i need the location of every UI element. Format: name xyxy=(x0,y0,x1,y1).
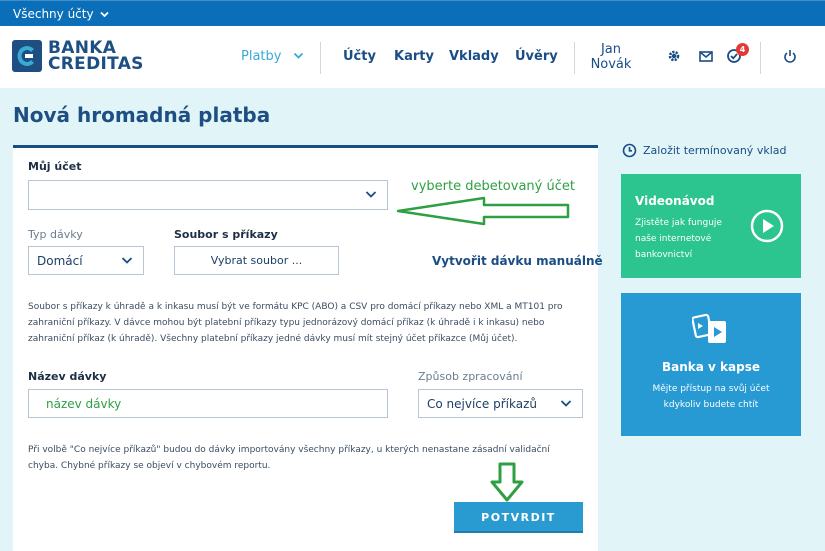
nav-item-karty[interactable]: Karty xyxy=(394,49,434,64)
video-guide-text-line: Zjistěte jak funguje xyxy=(635,218,722,228)
nav-item-platby-label: Platby xyxy=(241,49,282,64)
video-guide-text: Zjistěte jak funguje naše internetové ba… xyxy=(635,215,722,263)
bank-logo-icon xyxy=(12,40,42,72)
mobile-banking-text-line: kdykoliv budete chtít xyxy=(663,400,759,410)
notification-badge: 4 xyxy=(736,43,749,56)
file-format-info-line: Soubor s příkazy k úhradě a k inkasu mus… xyxy=(28,302,563,312)
confirm-button[interactable]: POTVRDIT xyxy=(454,502,583,533)
bank-logo[interactable]: BANKA CREDITAS xyxy=(12,40,144,74)
account-label: Můj účet xyxy=(28,160,82,173)
chevron-down-icon xyxy=(365,191,377,198)
batch-type-label: Typ dávky xyxy=(28,228,83,241)
processing-select[interactable]: Co nejvíce příkazů xyxy=(418,389,583,418)
batch-type-select[interactable]: Domácí xyxy=(28,246,144,275)
video-guide-text-line: bankovnictví xyxy=(635,250,693,260)
nav-divider xyxy=(320,42,321,74)
file-format-info-line: zahraniční příkazy. V dávce mohou být pl… xyxy=(28,318,545,328)
play-icon xyxy=(750,209,784,243)
term-deposit-label: Založit termínovaný vklad xyxy=(643,144,787,157)
video-guide-text-line: naše internetové xyxy=(635,234,712,244)
bank-logo-text: BANKA CREDITAS xyxy=(48,40,144,74)
nav-item-uvery[interactable]: Úvěry xyxy=(515,49,558,64)
chevron-down-icon xyxy=(293,52,303,59)
batch-name-input[interactable]: název dávky xyxy=(28,389,388,418)
user-name[interactable]: Jan Novák xyxy=(588,42,634,72)
logo-line-2: CREDITAS xyxy=(48,54,144,74)
top-bar: Všechny účty xyxy=(0,0,825,26)
main-header: BANKA CREDITAS Platby Účty Karty Vklady … xyxy=(0,26,825,88)
video-guide-title: Videonávod xyxy=(635,194,715,208)
chevron-down-icon xyxy=(121,256,133,264)
down-arrow-annotation-icon xyxy=(490,462,524,502)
mobile-cards-icon xyxy=(692,313,726,343)
page-title: Nová hromadná platba xyxy=(13,103,271,127)
mobile-banking-text: Mějte přístup na svůj účet kdykoliv bude… xyxy=(621,381,801,413)
processing-label: Způsob zpracování xyxy=(418,370,523,383)
clock-icon xyxy=(622,143,637,158)
mail-icon[interactable] xyxy=(698,48,714,64)
batch-type-value: Domácí xyxy=(37,254,83,268)
create-manual-batch-link[interactable]: Vytvořit dávku manuálně xyxy=(432,254,603,268)
nav-item-vklady[interactable]: Vklady xyxy=(449,49,499,64)
processing-note-line: Při volbě "Co nejvíce příkazů" budou do … xyxy=(28,445,550,455)
mobile-banking-card[interactable]: Banka v kapse Mějte přístup na svůj účet… xyxy=(621,293,801,436)
file-format-info: Soubor s příkazy k úhradě a k inkasu mus… xyxy=(28,299,593,347)
mobile-banking-title: Banka v kapse xyxy=(662,360,760,374)
nav-divider xyxy=(760,42,761,74)
user-first-name: Jan xyxy=(600,42,622,57)
mobile-banking-text-line: Mějte přístup na svůj účet xyxy=(652,384,770,394)
left-arrow-annotation-icon xyxy=(396,196,570,226)
term-deposit-link[interactable]: Založit termínovaný vklad xyxy=(622,143,786,158)
file-format-info-line: zahraniční příkaz (k úhradě). Všechny pl… xyxy=(28,334,518,344)
chevron-down-icon xyxy=(99,11,109,17)
chevron-down-icon xyxy=(560,399,572,407)
account-select[interactable] xyxy=(28,180,388,210)
batch-name-label: Název dávky xyxy=(28,370,107,383)
video-guide-card[interactable]: Videonávod Zjistěte jak funguje naše int… xyxy=(621,174,801,278)
nav-item-platby[interactable]: Platby xyxy=(241,49,304,64)
gear-icon[interactable] xyxy=(666,48,682,64)
account-switch-label: Všechny účty xyxy=(13,7,94,21)
batch-name-value: název dávky xyxy=(46,397,122,411)
account-switch[interactable]: Všechny účty xyxy=(13,7,109,21)
account-hint-annotation: vyberte debetovaný účet xyxy=(411,179,575,194)
file-label: Soubor s příkazy xyxy=(174,228,278,241)
processing-value: Co nejvíce příkazů xyxy=(427,397,537,411)
choose-file-button[interactable]: Vybrat soubor ... xyxy=(174,246,339,275)
power-icon[interactable] xyxy=(782,48,798,64)
nav-item-ucty[interactable]: Účty xyxy=(343,49,376,64)
nav-divider xyxy=(574,42,575,74)
user-last-name: Novák xyxy=(590,57,632,72)
